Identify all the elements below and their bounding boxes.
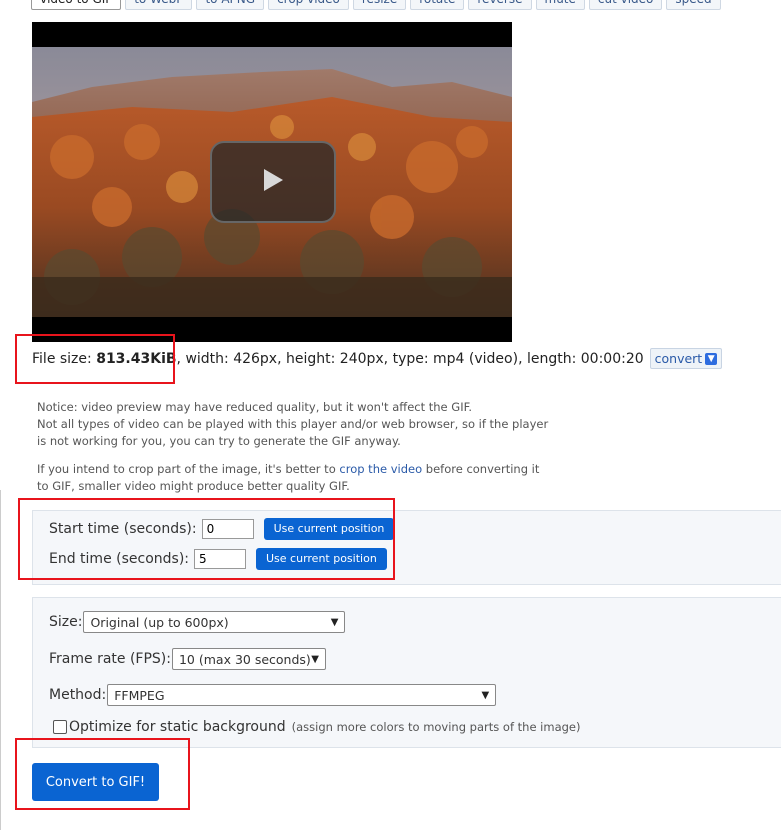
tab-to-apng[interactable]: to APNG <box>196 0 265 10</box>
optimize-row: Optimize for static background (assign m… <box>53 719 580 735</box>
start-time-input[interactable] <box>201 519 254 539</box>
tab-reverse[interactable]: reverse <box>468 0 532 10</box>
file-details: , width: 426px, height: 240px, type: mp4… <box>176 350 644 367</box>
end-use-position-button[interactable]: Use current position <box>256 548 387 570</box>
start-time-label: Start time (seconds): <box>49 521 197 537</box>
end-time-input[interactable] <box>194 549 246 569</box>
optimize-note: (assign more colors to moving parts of t… <box>291 720 581 734</box>
crop-hint-before: If you intend to crop part of the image,… <box>37 462 340 476</box>
end-time-row: End time (seconds): Use current position <box>49 548 387 570</box>
chevron-down-icon: ▼ <box>481 689 490 701</box>
method-label: Method: <box>49 687 107 703</box>
timing-panel: Start time (seconds): Use current positi… <box>32 510 781 585</box>
tab-speed[interactable]: speed <box>666 0 721 10</box>
left-border <box>0 490 1 830</box>
size-label: Size: <box>49 614 83 630</box>
notice-line-2: Not all types of video can be played wit… <box>37 417 549 431</box>
tab-crop-video[interactable]: crop video <box>268 0 349 10</box>
fps-select-value: 10 (max 30 seconds) <box>178 651 311 667</box>
options-panel: Size: Original (up to 600px) ▼ Frame rat… <box>32 597 781 748</box>
tab-mute[interactable]: mute <box>535 0 585 10</box>
convert-label: convert <box>654 351 703 366</box>
tab-cut-video[interactable]: cut video <box>588 0 663 10</box>
play-icon <box>261 167 285 197</box>
notice-text: Notice: video preview may have reduced q… <box>37 399 548 450</box>
fps-row: Frame rate (FPS): 10 (max 30 seconds) ▼ <box>49 648 326 670</box>
notice-line-1: Notice: video preview may have reduced q… <box>37 400 473 414</box>
download-arrow-icon: ▼ <box>705 352 718 365</box>
start-time-row: Start time (seconds): Use current positi… <box>49 518 395 540</box>
end-time-label: End time (seconds): <box>49 551 189 567</box>
video-player[interactable] <box>32 22 512 342</box>
notice-line-3: is not working for you, you can try to g… <box>37 434 401 448</box>
tab-video-to-gif[interactable]: video to GIF <box>31 0 122 10</box>
optimize-checkbox[interactable] <box>53 720 67 734</box>
fps-select[interactable]: 10 (max 30 seconds) ▼ <box>171 648 326 670</box>
start-use-position-button[interactable]: Use current position <box>263 518 395 540</box>
chevron-down-icon: ▼ <box>311 653 319 665</box>
file-info: File size: 813.43KiB, width: 426px, heig… <box>32 348 723 369</box>
size-select-value: Original (up to 600px) <box>90 614 229 630</box>
method-select-value: FFMPEG <box>114 687 165 703</box>
size-row: Size: Original (up to 600px) ▼ <box>49 611 346 633</box>
tab-to-webp[interactable]: to WebP <box>125 0 193 10</box>
tool-tabs: video to GIF to WebP to APNG crop video … <box>31 0 721 10</box>
crop-video-link[interactable]: crop the video <box>339 462 422 476</box>
tab-rotate[interactable]: rotate <box>410 0 465 10</box>
chevron-down-icon: ▼ <box>330 616 339 628</box>
file-size-prefix: File size: <box>32 350 97 367</box>
size-select[interactable]: Original (up to 600px) ▼ <box>83 611 346 633</box>
crop-hint-line-2: to GIF, smaller video might produce bett… <box>37 479 350 493</box>
tab-resize[interactable]: resize <box>352 0 407 10</box>
convert-to-gif-button[interactable]: Convert to GIF! <box>32 763 159 801</box>
fps-label: Frame rate (FPS): <box>49 651 171 667</box>
method-row: Method: FFMPEG ▼ <box>49 684 497 706</box>
convert-menu-button[interactable]: convert ▼ <box>649 348 723 369</box>
play-button[interactable] <box>210 141 336 223</box>
crop-hint: If you intend to crop part of the image,… <box>37 461 539 495</box>
method-select[interactable]: FFMPEG ▼ <box>107 684 497 706</box>
optimize-label: Optimize for static background <box>69 719 286 735</box>
crop-hint-after: before converting it <box>422 462 540 476</box>
file-size-value: 813.43KiB <box>96 350 177 367</box>
